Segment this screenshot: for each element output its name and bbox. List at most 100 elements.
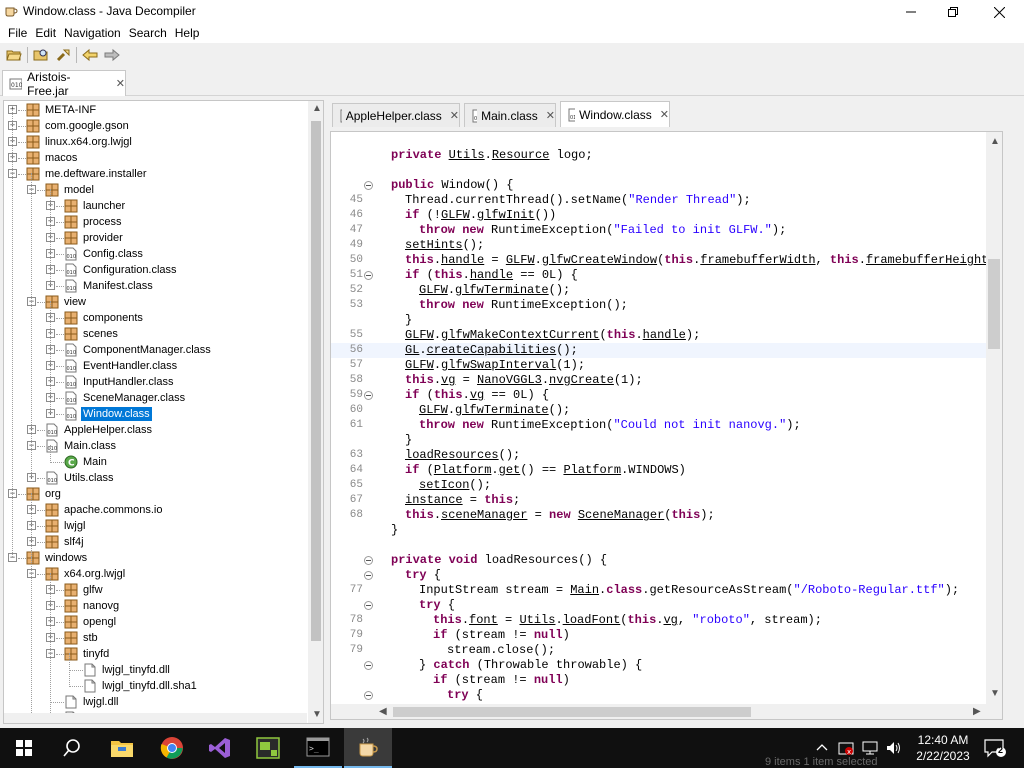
close-icon[interactable]: ✕ bbox=[660, 108, 669, 121]
tree-node[interactable]: +010 AppleHelper.class bbox=[4, 422, 307, 438]
open-type-button[interactable] bbox=[30, 45, 52, 65]
tree-node-label[interactable]: Config.class bbox=[81, 247, 145, 261]
tree-node-label[interactable]: windows bbox=[43, 551, 89, 565]
code-line[interactable]: 61 throw new RuntimeException("Could not … bbox=[331, 418, 986, 433]
tree-node-label[interactable]: scenes bbox=[81, 327, 120, 341]
code-line[interactable]: 57 GLFW.glfwSwapInterval(1); bbox=[331, 358, 986, 373]
code-line[interactable]: private void loadResources() { bbox=[331, 553, 986, 568]
security-icon[interactable]: x bbox=[838, 740, 854, 759]
code-line[interactable]: 53 throw new RuntimeException(); bbox=[331, 298, 986, 313]
code-line[interactable]: try { bbox=[331, 688, 986, 703]
package-tree[interactable]: + META-INF + com.google.gson + linux.x64.org.… bbox=[4, 101, 307, 713]
tree-node-label[interactable]: InputHandler.class bbox=[81, 375, 176, 389]
tree-node-label[interactable]: view bbox=[62, 295, 88, 309]
tree-node[interactable]: − windows bbox=[4, 550, 307, 566]
code-line[interactable]: if (stream != null) bbox=[331, 673, 986, 688]
code-line[interactable]: 64 if (Platform.get() == Platform.WINDOWS… bbox=[331, 463, 986, 478]
scroll-right-icon[interactable]: ▶ bbox=[973, 706, 981, 717]
fold-toggle-icon[interactable] bbox=[364, 391, 373, 400]
tree-node-label[interactable]: Configuration.class bbox=[81, 263, 179, 277]
code-line[interactable]: 60 GLFW.glfwTerminate(); bbox=[331, 403, 986, 418]
tree-node[interactable]: + macos bbox=[4, 150, 307, 166]
code-line[interactable]: public Window() { bbox=[331, 178, 986, 193]
code-line[interactable] bbox=[331, 538, 986, 553]
tree-vertical-scrollbar[interactable]: ▲ ▼ bbox=[308, 101, 323, 723]
menu-navigation[interactable]: Navigation bbox=[60, 24, 125, 43]
tree-node-label[interactable]: Window.class bbox=[81, 407, 152, 421]
scroll-down-icon[interactable]: ▼ bbox=[990, 688, 1000, 699]
tree-node-label[interactable]: me.deftware.installer bbox=[43, 167, 149, 181]
java-decompiler-button[interactable] bbox=[344, 728, 392, 768]
code-line[interactable]: 47 throw new RuntimeException("Failed to … bbox=[331, 223, 986, 238]
visual-studio-button[interactable] bbox=[196, 728, 244, 768]
tree-node[interactable]: + META-INF bbox=[4, 102, 307, 118]
scroll-up-icon[interactable]: ▲ bbox=[990, 136, 1000, 147]
tree-node-label[interactable]: org bbox=[43, 487, 63, 501]
tree-node-label[interactable]: META-INF bbox=[43, 103, 98, 117]
tab-applehelper-class[interactable]: 010 AppleHelper.class ✕ bbox=[332, 103, 460, 127]
code-line[interactable]: 77 InputStream stream = Main.class.getRes… bbox=[331, 583, 986, 598]
open-file-button[interactable] bbox=[3, 45, 25, 65]
tree-node-label[interactable]: lwjgl bbox=[62, 519, 87, 533]
fold-toggle-icon[interactable] bbox=[364, 271, 373, 280]
code-line[interactable]: } bbox=[331, 313, 986, 328]
code-line[interactable]: 51 if (this.handle == 0L) { bbox=[331, 268, 986, 283]
menu-search[interactable]: Search bbox=[125, 24, 171, 43]
code-line[interactable]: try { bbox=[331, 598, 986, 613]
close-icon[interactable]: ✕ bbox=[546, 109, 555, 122]
tree-node-label[interactable]: ComponentManager.class bbox=[81, 343, 213, 357]
code-line[interactable]: 79 if (stream != null) bbox=[331, 628, 986, 643]
code-line[interactable]: 52 GLFW.glfwTerminate(); bbox=[331, 283, 986, 298]
code-line[interactable]: 63 loadResources(); bbox=[331, 448, 986, 463]
tree-node-label[interactable]: process bbox=[81, 215, 124, 229]
fold-toggle-icon[interactable] bbox=[364, 661, 373, 670]
tree-node[interactable]: + slf4j bbox=[4, 534, 307, 550]
code-line[interactable]: try { bbox=[331, 568, 986, 583]
menu-help[interactable]: Help bbox=[171, 24, 204, 43]
code-line[interactable]: private Utils.Resource logo; bbox=[331, 148, 986, 163]
tree-node-label[interactable]: model bbox=[62, 183, 96, 197]
tree-node-label[interactable]: launcher bbox=[81, 199, 127, 213]
fold-toggle-icon[interactable] bbox=[364, 556, 373, 565]
code-line[interactable]: 56 GL.createCapabilities(); bbox=[331, 343, 986, 358]
code-line[interactable]: 49 setHints(); bbox=[331, 238, 986, 253]
tree-node-label[interactable]: linux.x64.org.lwjgl bbox=[43, 135, 134, 149]
code-line[interactable]: 59 if (this.vg == 0L) { bbox=[331, 388, 986, 403]
tree-node[interactable]: + lwjgl bbox=[4, 518, 307, 534]
fold-toggle-icon[interactable] bbox=[364, 601, 373, 610]
tree-node-label[interactable]: provider bbox=[81, 231, 125, 245]
scroll-left-icon[interactable]: ◀ bbox=[379, 706, 387, 717]
tree-node-label[interactable]: slf4j bbox=[62, 535, 86, 549]
tree-node-label[interactable]: x64.org.lwjgl bbox=[62, 567, 127, 581]
code-line[interactable]: 79 stream.close(); bbox=[331, 643, 986, 658]
code-scroll-thumb[interactable] bbox=[988, 259, 1000, 349]
code-editor[interactable]: private Utils.Resource logo; public Windo… bbox=[331, 132, 986, 704]
tree-node[interactable]: +010 Utils.class bbox=[4, 470, 307, 486]
close-button[interactable] bbox=[976, 0, 1022, 24]
code-line[interactable]: } catch (Throwable throwable) { bbox=[331, 658, 986, 673]
tree-node-label[interactable]: components bbox=[81, 311, 145, 325]
tree-node-label[interactable]: lwjgl_tinyfd.dll.sha1 bbox=[100, 679, 199, 693]
code-line[interactable]: 67 instance = this; bbox=[331, 493, 986, 508]
tree-node-label[interactable]: Main bbox=[81, 455, 109, 469]
back-button[interactable] bbox=[79, 45, 101, 65]
code-line[interactable]: 58 this.vg = NanoVGGL3.nvgCreate(1); bbox=[331, 373, 986, 388]
tree-node-label[interactable]: lwjgl.dll bbox=[81, 695, 120, 709]
volume-icon[interactable] bbox=[886, 740, 902, 759]
code-line[interactable]: 65 setIcon(); bbox=[331, 478, 986, 493]
fold-toggle-icon[interactable] bbox=[364, 571, 373, 580]
code-line[interactable]: 50 this.handle = GLFW.glfwCreateWindow(th… bbox=[331, 253, 986, 268]
start-button[interactable] bbox=[0, 728, 48, 768]
tab-aristois-free-jar[interactable]: 010 Aristois-Free.jar ✕ bbox=[2, 70, 126, 98]
tree-node[interactable]: − org bbox=[4, 486, 307, 502]
system-clock[interactable]: 12:40 AM 2/22/2023 bbox=[912, 732, 974, 764]
tree-node[interactable]: + com.google.gson bbox=[4, 118, 307, 134]
fold-toggle-icon[interactable] bbox=[364, 691, 373, 700]
code-line[interactable]: } bbox=[331, 523, 986, 538]
tree-node[interactable]: − me.deftware.installer bbox=[4, 166, 307, 182]
terminal-button[interactable]: >_ bbox=[294, 728, 342, 768]
tree-node-label[interactable]: Manifest.class bbox=[81, 279, 155, 293]
tree-node-label[interactable]: EventHandler.class bbox=[81, 359, 179, 373]
search-button[interactable] bbox=[52, 45, 74, 65]
tree-node-label[interactable]: glfw bbox=[81, 583, 105, 597]
